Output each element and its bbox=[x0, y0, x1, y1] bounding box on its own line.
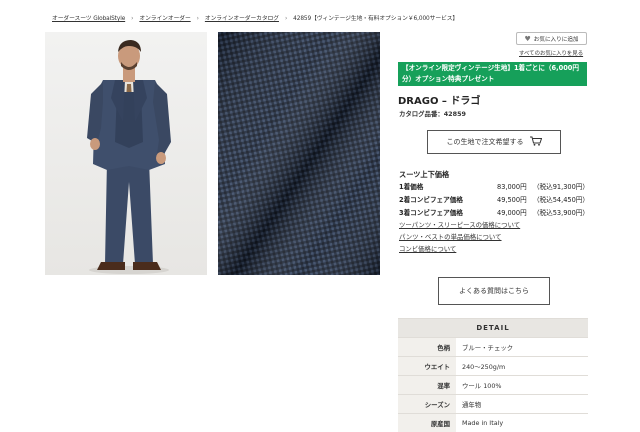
breadcrumb-separator: › bbox=[285, 16, 287, 22]
breadcrumb-link-home[interactable]: オーダースーツ GlobalStyle bbox=[52, 16, 125, 22]
price-label: 3着コンビフェア価格 bbox=[399, 207, 463, 217]
detail-row: 原産国Made in Italy bbox=[398, 414, 588, 432]
detail-row: 混率ウール 100% bbox=[398, 376, 588, 395]
price-tax: （税込91,300円） bbox=[533, 181, 589, 191]
detail-row: 色柄ブルー・チェック bbox=[398, 338, 588, 357]
model-photo[interactable] bbox=[45, 32, 207, 275]
order-with-fabric-button[interactable]: この生地で注文希望する bbox=[427, 130, 561, 154]
price-heading: スーツ上下価格 bbox=[399, 170, 449, 180]
breadcrumb-separator: › bbox=[197, 16, 199, 22]
detail-heading: DETAIL bbox=[398, 319, 588, 338]
price-row: 3着コンビフェア価格 49,000円 （税込53,900円） bbox=[399, 207, 589, 217]
breadcrumb-separator: › bbox=[131, 16, 133, 22]
price-label: 2着コンビフェア価格 bbox=[399, 194, 463, 204]
detail-row: シーズン通年物 bbox=[398, 395, 588, 414]
add-to-favorites-button[interactable]: ♥ お気に入りに追加 bbox=[516, 32, 587, 45]
promo-banner: 【オンライン限定ヴィンテージ生地】1着ごとに（6,000円分）オプション特典プレ… bbox=[398, 62, 587, 86]
detail-table: DETAIL 色柄ブルー・チェック ウエイト240～250g/m 混率ウール 1… bbox=[398, 318, 588, 432]
single-item-price-link[interactable]: パンツ・ベストの単品価格について bbox=[399, 232, 502, 241]
order-button-label: この生地で注文希望する bbox=[447, 137, 524, 147]
price-value: 83,000円 bbox=[497, 181, 527, 191]
combo-price-link[interactable]: コンビ価格について bbox=[399, 244, 456, 253]
detail-value: ブルー・チェック bbox=[456, 338, 588, 357]
product-title: DRAGO – ドラゴ bbox=[398, 92, 480, 107]
detail-key: 原産国 bbox=[398, 414, 456, 432]
detail-key: 色柄 bbox=[398, 338, 456, 357]
price-value: 49,500円 bbox=[497, 194, 527, 204]
price-row: 2着コンビフェア価格 49,500円 （税込54,450円） bbox=[399, 194, 589, 204]
detail-row: ウエイト240～250g/m bbox=[398, 357, 588, 376]
cart-icon bbox=[530, 136, 542, 148]
two-pants-price-link[interactable]: ツーパンツ・スリーピースの価格について bbox=[399, 220, 520, 229]
detail-value: 240～250g/m bbox=[456, 357, 588, 376]
price-value: 49,000円 bbox=[497, 207, 527, 217]
view-all-favorites-link[interactable]: すべてのお気に入りを見る bbox=[519, 49, 583, 57]
price-tax: （税込53,900円） bbox=[533, 207, 589, 217]
price-row: 1着価格 83,000円 （税込91,300円） bbox=[399, 181, 589, 191]
detail-key: ウエイト bbox=[398, 357, 456, 376]
faq-button[interactable]: よくある質問はこちら bbox=[438, 277, 550, 305]
catalog-number: カタログ品番：42859 bbox=[399, 109, 466, 118]
breadcrumb-link-online-order[interactable]: オンラインオーダー bbox=[139, 16, 190, 22]
detail-value: 通年物 bbox=[456, 395, 588, 414]
add-to-favorites-label: お気に入りに追加 bbox=[534, 35, 579, 43]
detail-key: 混率 bbox=[398, 376, 456, 395]
price-tax: （税込54,450円） bbox=[533, 194, 589, 204]
breadcrumb-link-catalog[interactable]: オンラインオーダーカタログ bbox=[205, 16, 279, 22]
breadcrumb-current: 42859【ヴィンテージ生地・有料オプション￥6,000サービス】 bbox=[293, 16, 458, 22]
detail-value: Made in Italy bbox=[456, 414, 588, 432]
heart-icon: ♥ bbox=[524, 35, 530, 43]
breadcrumb: オーダースーツ GlobalStyle › オンラインオーダー › オンラインオーダーカ… bbox=[52, 13, 458, 22]
detail-key: シーズン bbox=[398, 395, 456, 414]
detail-value: ウール 100% bbox=[456, 376, 588, 395]
fabric-swatch-photo[interactable] bbox=[218, 32, 380, 275]
price-label: 1着価格 bbox=[399, 181, 423, 191]
